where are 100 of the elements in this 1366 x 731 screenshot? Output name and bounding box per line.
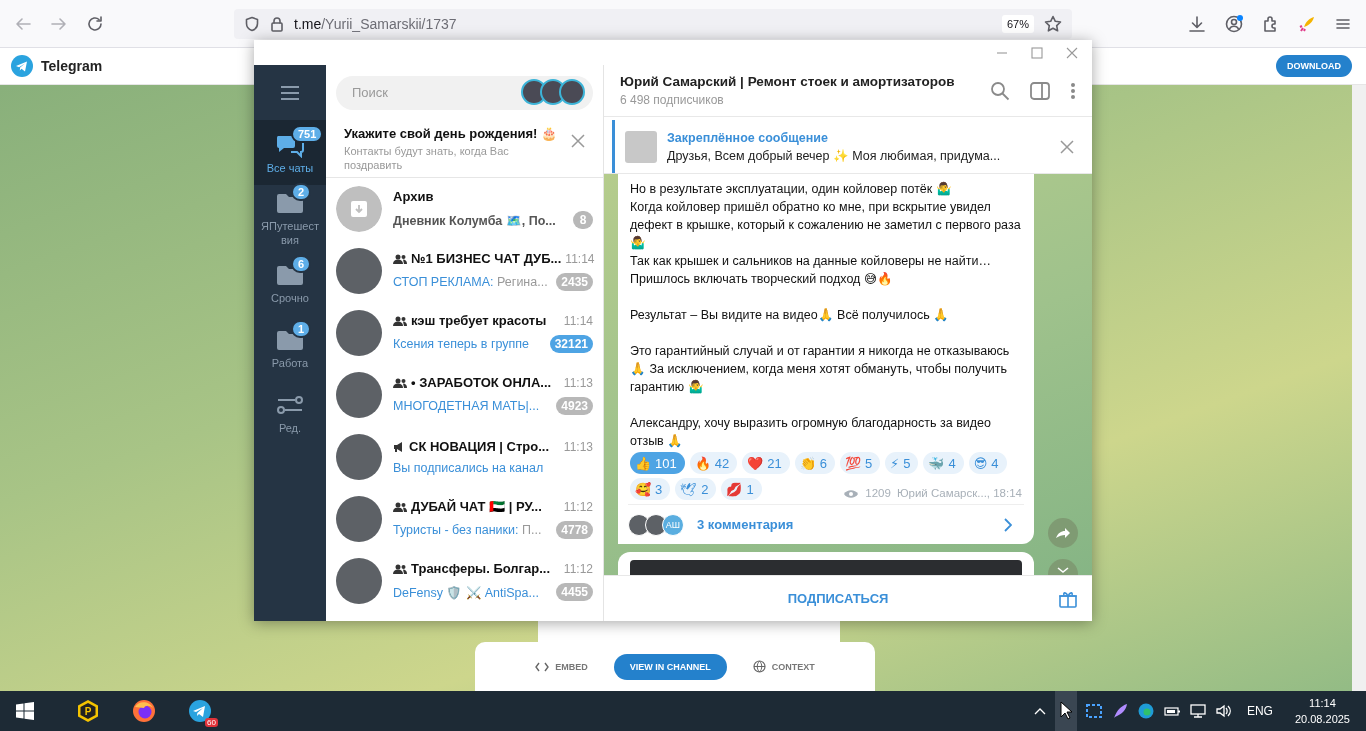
language-indicator[interactable]: ENG: [1246, 704, 1273, 718]
reaction-button[interactable]: 👏 6: [794, 452, 835, 474]
group-icon: [393, 563, 407, 574]
folder-tab[interactable]: 2 ЯПутешествия: [254, 185, 326, 250]
search-icon[interactable]: [990, 80, 1010, 101]
firefox-icon: [132, 699, 156, 723]
chat-name: №1 БИЗНЕС ЧАТ ДУБ...: [411, 251, 562, 266]
chat-item[interactable]: Трансферы. Болгар... 11:12 DeFensy 🛡 ⚔ AntiSpa... 4455: [326, 550, 603, 612]
channel-title[interactable]: Юрий Самарский | Ремонт стоек и амортизаторов: [620, 74, 970, 89]
pinned-text: Друзья, Всем добрый вечер ✨ Моя любимая, придума...: [667, 147, 1001, 163]
scroll-down-icon[interactable]: [1048, 559, 1078, 575]
reaction-button[interactable]: 😎 4: [968, 452, 1007, 474]
context-link[interactable]: CONTEXT: [752, 656, 815, 677]
site-brand[interactable]: Telegram: [41, 58, 103, 74]
banner-text: Контакты будут знать, когда Вас поздравить: [344, 144, 510, 172]
more-icon[interactable]: [1070, 81, 1076, 100]
subscribe-button[interactable]: ПОДПИСАТЬСЯ: [777, 585, 899, 612]
avatar-placeholder: [336, 496, 382, 542]
message-preview: Дневник Колумба 🗺, По...: [393, 212, 557, 228]
address-bar[interactable]: t.me/Yurii_Samarskii/1737 67%: [234, 8, 1072, 39]
reaction-button[interactable]: 💯 5: [839, 452, 881, 474]
share-icon[interactable]: [1048, 518, 1078, 548]
unread-badge: 32121: [549, 335, 593, 353]
message-signature: Юрий Самарск..., 18:14: [896, 487, 1022, 499]
message-preview: Вы подписались на канал: [393, 461, 545, 475]
message-preview: DeFensy 🛡 ⚔ AntiSpa...: [393, 584, 540, 600]
message-preview: Ксения теперь в группе: [393, 337, 531, 351]
shield-icon[interactable]: [244, 15, 260, 32]
url-text: t.me/Yurii_Samarskii/1737: [294, 15, 457, 32]
group-icon: [393, 501, 407, 512]
network-icon[interactable]: [1188, 702, 1207, 720]
download-icon[interactable]: [1188, 14, 1206, 33]
unread-badge: 4455: [556, 583, 593, 601]
globe-icon: [752, 660, 766, 673]
banner-title: Укажите свой день рождения! 🎂: [344, 126, 559, 141]
zoom-level-button[interactable]: 67%: [1001, 14, 1034, 33]
clock-date[interactable]: 20.08.2025: [1294, 711, 1350, 727]
chat-item[interactable]: Архив Дневник Колумба 🗺, По... 8: [326, 178, 603, 240]
chat-time: 11:14: [565, 251, 595, 266]
selection-icon[interactable]: [1084, 702, 1103, 720]
close-icon[interactable]: [1060, 139, 1074, 154]
chat-item[interactable]: СК НОВАЦИЯ | Стро... 11:13 Вы подписались на канал: [326, 426, 603, 488]
message-text: Результат – Вы видите на видео🙏 Всё получилось 🙏: [630, 307, 951, 324]
taskbar-app[interactable]: 60: [176, 691, 224, 731]
subscriber-count: 6 498 подписчиков: [620, 93, 725, 107]
commenter-avatar: АШ: [662, 513, 684, 536]
folder-tab[interactable]: Ред.: [254, 380, 326, 445]
unread-badge: 8: [573, 211, 593, 229]
unread-badge: 4923: [556, 397, 593, 415]
chat-name: кэш требует красоты: [411, 313, 548, 328]
close-icon[interactable]: [1066, 46, 1078, 59]
taskbar-app[interactable]: P: [64, 691, 112, 731]
chat-item[interactable]: №1 БИЗНЕС ЧАТ ДУБ... 11:14 СТОП РЕКЛАМА: Регина... 2435: [326, 240, 603, 302]
lock-icon[interactable]: [270, 15, 284, 32]
reaction-button[interactable]: 👍 101: [630, 452, 685, 474]
avatar-placeholder: [336, 558, 382, 604]
chat-name: • ЗАРАБОТОК ОНЛА...: [411, 375, 553, 390]
message-preview: Туристы - без паники: П...: [393, 523, 543, 537]
chat-item[interactable]: • ЗАРАБОТОК ОНЛА... 11:13 МНОГОДЕТНАЯ МАТЬ|... 4923: [326, 364, 603, 426]
group-icon: [393, 377, 407, 388]
message-text: Это гарантийный случай и от гарантии я никогда не отказываюсь 🙏 За исключением, когда меня хотят обмануть, чтобы получить гарантию 🤷‍♂: [630, 343, 1011, 396]
comments-link[interactable]: АШ 3 комментария: [628, 504, 1024, 544]
folder-tab[interactable]: 6 Срочно: [254, 250, 326, 315]
reaction-button[interactable]: 🥰 3: [630, 478, 671, 500]
embed-link[interactable]: EMBED: [535, 657, 588, 676]
reaction-button[interactable]: 💋 1: [721, 478, 762, 500]
unread-badge: 6: [291, 254, 312, 273]
avatar-placeholder: [336, 372, 382, 418]
chat-name: Трансферы. Болгар...: [411, 561, 552, 576]
edge-icon[interactable]: [1136, 702, 1155, 720]
reaction-button[interactable]: 🕊 2: [675, 478, 717, 500]
account-icon[interactable]: [1224, 13, 1244, 34]
telegram-logo-icon[interactable]: [11, 55, 33, 77]
cursor-icon: [1054, 691, 1077, 731]
menu-icon[interactable]: [280, 84, 300, 101]
folder-tab[interactable]: 751 Все чаты: [254, 120, 326, 185]
close-icon[interactable]: [571, 134, 585, 148]
group-icon: [393, 253, 407, 264]
chat-time: 11:13: [563, 375, 593, 390]
clock-time[interactable]: 11:14: [1309, 695, 1336, 711]
sidebar-toggle-icon[interactable]: [1030, 81, 1050, 100]
download-button[interactable]: DOWNLOAD: [1276, 55, 1352, 77]
view-in-channel-button[interactable]: VIEW IN CHANNEL: [613, 653, 727, 680]
reload-icon[interactable]: [86, 14, 104, 33]
windows-logo-icon[interactable]: [16, 702, 34, 720]
reaction-button[interactable]: 🐳 4: [923, 452, 964, 474]
star-icon[interactable]: [1044, 14, 1062, 33]
chat-time: 11:12: [563, 561, 593, 576]
reaction-button[interactable]: ⚡ 5: [885, 452, 919, 474]
unread-badge: 2435: [556, 273, 593, 291]
chat-name: Архив: [393, 189, 435, 204]
avatar-placeholder: [336, 310, 382, 356]
reaction-button[interactable]: 🔥 42: [689, 452, 738, 474]
reaction-button[interactable]: ❤ 21: [742, 452, 790, 474]
speaker-icon[interactable]: [1214, 702, 1233, 720]
folder-tab[interactable]: 1 Работа: [254, 315, 326, 380]
chat-item[interactable]: ДУБАЙ ЧАТ 🇦🇪 | РУ... 11:12 Туристы - без паники: П... 4778: [326, 488, 603, 550]
unread-badge: 60: [205, 718, 218, 727]
avatar-placeholder: [336, 434, 382, 480]
chat-item[interactable]: кэш требует красоты 11:14 Ксения теперь в группе 32121: [326, 302, 603, 364]
